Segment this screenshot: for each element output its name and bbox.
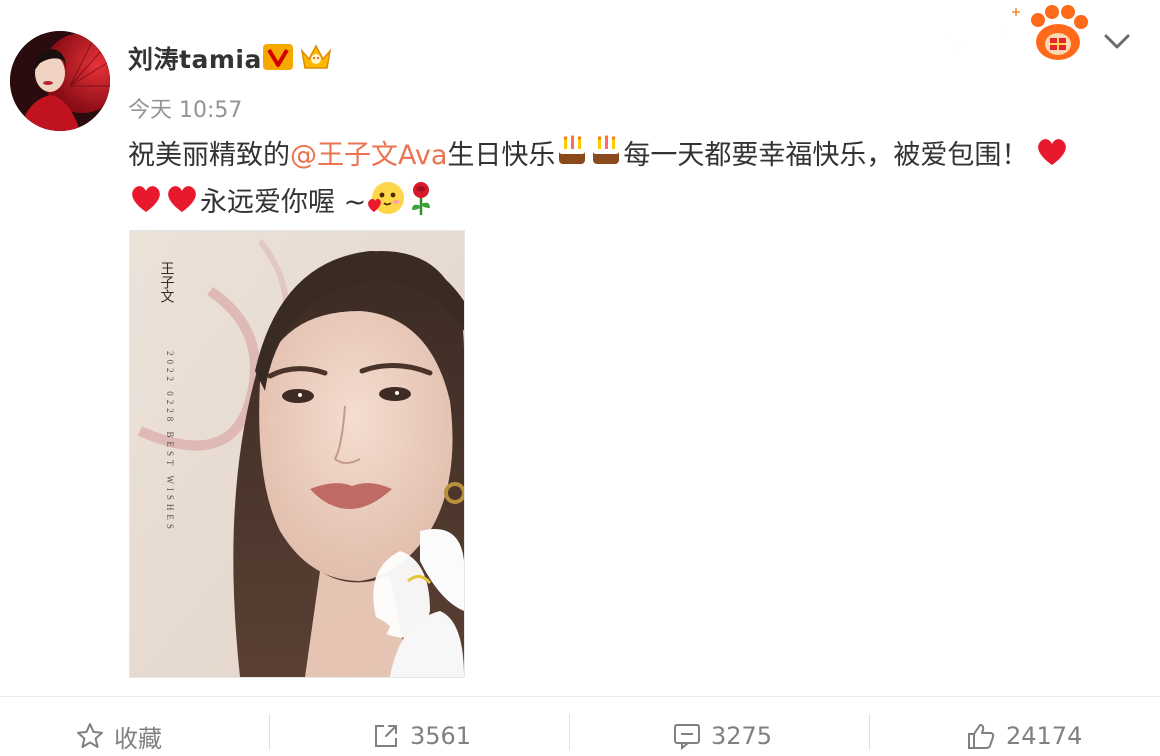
chevron-down-icon[interactable] [1100,26,1134,56]
favorite-button[interactable]: 收藏 [76,716,162,756]
post-text-line-1: 祝美丽精致的 @王子文Ava 生日快乐 每一天都要幸福快乐，被爱包围！ [128,134,1070,178]
action-separator [569,714,570,750]
action-separator [869,714,870,750]
avatar[interactable] [10,31,110,131]
photo-vertical-caption: 2022 0228 BEST WISHES [165,351,175,533]
promo-text: 虎气来了 [944,19,1034,53]
promo-badge[interactable]: 虎气来了 [942,2,1092,66]
like-button[interactable]: 24174 [966,716,1082,756]
post-text-segment: 祝美丽精致的 [128,140,290,171]
verified-v-icon [262,43,294,71]
share-arrow-icon [375,725,397,747]
heart-emoji-icon [128,181,164,225]
post-image[interactable]: 王子文 2022 0228 BEST WISHES [129,230,465,678]
mention-link[interactable]: @王子文Ava [290,138,447,174]
post-text-line-2: 永远爱你喔 ~ [128,180,436,226]
cake-emoji-icon [589,134,623,178]
rose-emoji-icon [406,180,436,226]
repost-count: 3561 [410,722,472,750]
love-face-emoji-icon [366,180,406,226]
favorite-label: 收藏 [114,724,162,753]
post-timestamp[interactable]: 今天 10:57 [128,92,242,124]
divider [0,696,1160,697]
comment-count: 3275 [711,722,773,750]
heart-emoji-icon [164,181,200,225]
photo-name-text: 王子文 [159,261,175,303]
comment-icon [674,724,700,750]
star-icon [77,723,103,748]
comment-button[interactable]: 3275 [673,716,772,756]
author-name[interactable]: 刘涛tamia [128,40,262,76]
repost-button[interactable]: 3561 [372,716,471,756]
post-text-segment: 每一天都要幸福快乐，被爱包围！ [623,140,1029,171]
post-text-segment: 永远爱你喔 ~ [200,187,367,218]
thumbs-up-icon [968,724,995,749]
crown-member-icon[interactable] [298,41,334,73]
paw-icon [1031,5,1088,60]
cake-emoji-icon [555,134,589,178]
like-count: 24174 [1006,722,1083,750]
action-separator [269,714,270,750]
post-text-segment: 生日快乐 [447,140,556,171]
heart-emoji-icon [1034,134,1070,178]
